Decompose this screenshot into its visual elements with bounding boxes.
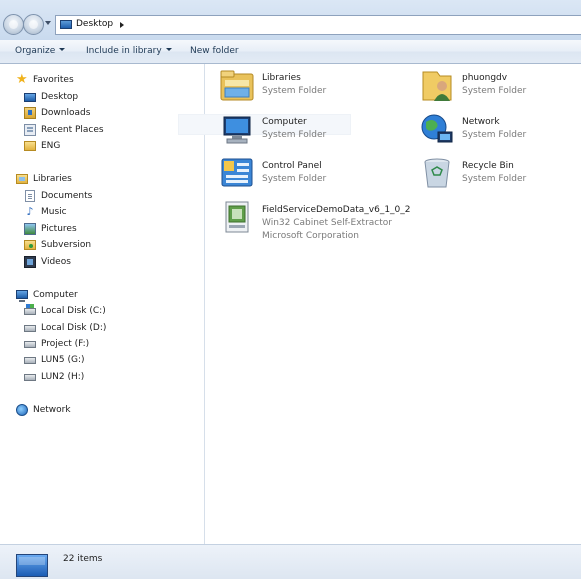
recent-places-icon	[24, 124, 36, 136]
file-type: System Folder	[262, 86, 327, 96]
system-disk-icon	[24, 304, 36, 315]
chevron-down-icon	[59, 48, 66, 51]
file-name: Computer	[262, 117, 307, 127]
include-label: Include in library	[86, 46, 162, 56]
disk-icon	[24, 357, 36, 364]
file-item-libraries[interactable]: Libraries System Folder	[220, 68, 410, 108]
status-bar: 22 items	[0, 544, 581, 579]
file-name: phuongdv	[462, 73, 508, 83]
forward-button[interactable]	[23, 14, 44, 35]
back-button[interactable]	[3, 14, 24, 35]
file-item-control-panel[interactable]: Control Panel System Folder	[220, 156, 410, 196]
disk-icon	[24, 341, 36, 348]
file-name: Control Panel	[262, 161, 322, 171]
nav-item-label: Local Disk (C:)	[41, 306, 106, 316]
desktop-icon	[24, 93, 36, 102]
nav-item-label: Documents	[41, 191, 93, 201]
computer-icon	[16, 290, 28, 302]
computer-icon	[223, 116, 251, 144]
videos-icon	[24, 256, 36, 268]
file-item-fieldservice-installer[interactable]: FieldServiceDemoData_v6_1_0_2 Win32 Cabi…	[220, 200, 520, 245]
recent-pages-dropdown[interactable]	[45, 21, 51, 25]
file-name: Libraries	[262, 73, 301, 83]
organize-label: Organize	[15, 46, 56, 56]
file-name: FieldServiceDemoData_v6_1_0_2	[262, 205, 411, 215]
control-panel-icon	[221, 158, 253, 187]
desktop-icon	[16, 554, 48, 577]
file-list[interactable]: Libraries System Folder phuongdv System …	[178, 64, 581, 544]
file-type: System Folder	[462, 130, 527, 140]
file-item-recycle-bin[interactable]: Recycle Bin System Folder	[420, 156, 581, 196]
music-icon: ♪	[26, 205, 34, 218]
file-company: Microsoft Corporation	[262, 231, 359, 241]
downloads-icon	[24, 107, 36, 119]
file-name: Network	[462, 117, 500, 127]
nav-item-label: Pictures	[41, 224, 77, 234]
nav-item-label: Local Disk (D:)	[41, 323, 107, 333]
breadcrumb-chevron-icon[interactable]	[120, 22, 124, 28]
nav-network-label: Network	[33, 405, 71, 415]
breadcrumb-desktop[interactable]: Desktop	[76, 19, 113, 29]
nav-item-label: Project (F:)	[41, 339, 90, 349]
installer-icon	[225, 201, 249, 233]
nav-item-label: Videos	[41, 257, 71, 267]
file-type: System Folder	[262, 130, 327, 140]
disk-icon	[24, 325, 36, 332]
recycle-bin-icon	[424, 158, 450, 188]
file-item-computer[interactable]: Computer System Folder	[220, 112, 410, 152]
nav-item-label: Music	[41, 207, 67, 217]
documents-icon	[25, 190, 35, 202]
pictures-icon	[24, 223, 36, 235]
file-item-network[interactable]: Network System Folder	[420, 112, 581, 152]
nav-libraries-label: Libraries	[33, 174, 72, 184]
nav-item-label: Downloads	[41, 108, 91, 118]
file-type: Win32 Cabinet Self-Extractor	[262, 218, 392, 228]
chevron-down-icon	[165, 48, 172, 51]
nav-item-label: Subversion	[41, 240, 92, 250]
network-icon	[16, 404, 28, 416]
file-name: Recycle Bin	[462, 161, 514, 171]
item-count: 22 items	[63, 554, 103, 564]
desktop-icon	[60, 20, 72, 29]
file-type: System Folder	[462, 174, 527, 184]
nav-computer-label: Computer	[33, 290, 78, 300]
libraries-icon	[220, 70, 254, 101]
file-type: System Folder	[462, 86, 527, 96]
file-item-phuongdv[interactable]: phuongdv System Folder	[420, 68, 581, 108]
address-bar-area: Desktop	[0, 0, 581, 40]
libraries-icon	[16, 174, 28, 184]
nav-favorites-label: Favorites	[33, 75, 74, 85]
nav-item-label: LUN2 (H:)	[41, 372, 85, 382]
file-type: System Folder	[262, 174, 327, 184]
star-icon: ★	[16, 72, 28, 87]
disk-icon	[24, 374, 36, 381]
folder-icon	[24, 141, 36, 151]
address-bar[interactable]: Desktop	[55, 15, 581, 35]
user-folder-icon	[422, 71, 452, 101]
subversion-icon	[24, 240, 36, 250]
new-folder-button[interactable]: New folder	[190, 46, 239, 56]
nav-item-label: LUN5 (G:)	[41, 355, 85, 365]
navigation-pane: ★ Favorites Desktop Downloads Recent Pla…	[0, 64, 205, 544]
command-bar: Organize Include in library New folder	[0, 40, 581, 64]
network-icon	[421, 114, 453, 143]
nav-item-label: Recent Places	[41, 125, 104, 135]
nav-item-label: Desktop	[41, 92, 79, 102]
include-in-library-button[interactable]: Include in library	[86, 46, 172, 56]
nav-item-label: ENG	[41, 141, 61, 151]
organize-button[interactable]: Organize	[15, 46, 66, 56]
